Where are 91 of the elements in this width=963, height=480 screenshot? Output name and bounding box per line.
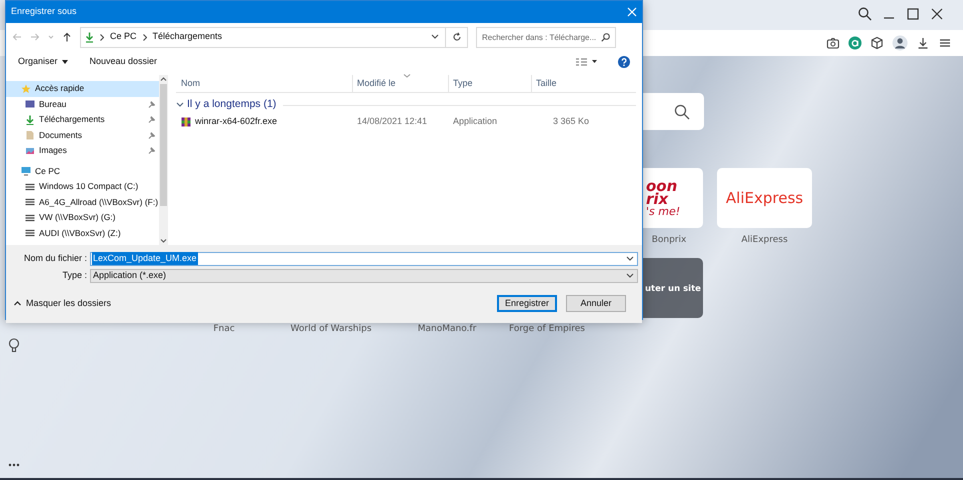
toolbar-button[interactable]: Organiser bbox=[18, 55, 68, 69]
column-header[interactable]: Type bbox=[448, 75, 531, 93]
pin-icon[interactable] bbox=[148, 147, 155, 154]
maximize-icon[interactable] bbox=[906, 7, 920, 21]
nav-item[interactable]: A6_4G_Allroad (\\VBoxSvr) (F:) bbox=[6, 194, 159, 210]
pin-icon[interactable] bbox=[148, 132, 155, 139]
caret-icon bbox=[62, 60, 68, 64]
chevron-right-icon[interactable] bbox=[142, 34, 147, 40]
tile-label: Fnac bbox=[212, 323, 236, 336]
column-header[interactable]: Modifié le bbox=[352, 75, 448, 93]
file-type: Application bbox=[452, 115, 498, 128]
chevron-up-icon bbox=[14, 301, 21, 306]
chevron-down-icon[interactable] bbox=[626, 256, 634, 262]
profile-icon[interactable] bbox=[892, 35, 908, 51]
lightbulb-icon[interactable] bbox=[8, 338, 20, 353]
drive-icon bbox=[25, 228, 35, 238]
nav-item[interactable]: Images bbox=[6, 143, 159, 158]
picture-icon bbox=[25, 146, 35, 156]
cube-icon[interactable] bbox=[870, 36, 884, 50]
download-icon bbox=[85, 32, 94, 42]
logo-text: AliExpress bbox=[726, 188, 804, 209]
address-bar[interactable]: Ce PC Téléchargements bbox=[80, 26, 468, 48]
field-label: Type : bbox=[61, 268, 87, 282]
drive-icon bbox=[25, 197, 35, 208]
type-dropdown[interactable]: Application (*.exe) bbox=[90, 268, 638, 282]
tile-label: Forge of Empires bbox=[508, 323, 586, 336]
search-field[interactable]: Rechercher dans : Télécharge... bbox=[476, 26, 616, 48]
drive-icon bbox=[25, 212, 35, 223]
hide-folders-button[interactable]: Masquer les dossiers bbox=[14, 296, 112, 310]
nav-item[interactable]: Documents bbox=[6, 128, 159, 143]
logo-text: oon bbox=[646, 180, 678, 194]
search-icon bbox=[601, 32, 610, 42]
chevron-right-icon[interactable] bbox=[100, 34, 104, 40]
nav-item[interactable]: VW (\\VBoxSvr) (G:) bbox=[6, 210, 159, 226]
refresh-icon bbox=[452, 32, 462, 42]
chevron-down-icon[interactable] bbox=[176, 102, 184, 108]
search-icon[interactable] bbox=[858, 7, 872, 21]
dropdown-value: Application (*.exe) bbox=[93, 268, 166, 282]
tile-label: ManoMano.fr bbox=[416, 323, 478, 336]
nav-item[interactable]: AUDI (\\VBoxSvr) (Z:) bbox=[6, 226, 159, 241]
nav-item[interactable]: Windows 10 Compact (C:) bbox=[6, 179, 159, 194]
scrollbar-thumb[interactable] bbox=[160, 84, 167, 206]
column-header[interactable]: Nom bbox=[176, 75, 352, 93]
file-date: 14/08/2021 12:41 bbox=[356, 115, 428, 128]
up-arrow-icon[interactable] bbox=[62, 32, 72, 42]
file-size: 3 365 Ko bbox=[552, 115, 589, 128]
view-options-icon[interactable] bbox=[576, 58, 598, 66]
pin-icon[interactable] bbox=[148, 100, 155, 108]
more-icon[interactable] bbox=[8, 463, 20, 467]
breadcrumb[interactable]: Téléchargements bbox=[152, 30, 222, 44]
chevron-down-icon bbox=[626, 272, 634, 278]
selected-text: LexCom_Update_UM.exe bbox=[92, 252, 198, 266]
download-icon[interactable] bbox=[916, 36, 930, 50]
tile-label: World of Warships bbox=[289, 323, 373, 336]
save-button[interactable]: Enregistrer bbox=[497, 295, 557, 312]
dialog-title: Enregistrer sous bbox=[11, 5, 77, 18]
help-icon[interactable] bbox=[618, 56, 630, 68]
close-icon[interactable] bbox=[930, 7, 944, 21]
column-header[interactable]: Taille bbox=[531, 75, 601, 93]
extension-icon[interactable] bbox=[848, 36, 862, 50]
chevron-down-icon[interactable] bbox=[160, 236, 167, 245]
nav-item[interactable]: Bureau bbox=[6, 96, 159, 112]
pin-icon[interactable] bbox=[148, 116, 155, 124]
breadcrumb[interactable]: Ce PC bbox=[110, 30, 137, 44]
nav-item[interactable]: Ce PC bbox=[6, 164, 159, 179]
drive-icon bbox=[25, 182, 35, 192]
toolbar-button[interactable]: Nouveau dossier bbox=[90, 55, 158, 69]
nav-item[interactable]: Accès rapide bbox=[6, 81, 159, 96]
filename-field[interactable]: LexCom_Update_UM.exe bbox=[90, 252, 638, 266]
file-name[interactable]: winrar-x64-602fr.exe bbox=[195, 115, 278, 129]
monitor-icon bbox=[21, 166, 31, 176]
field-label: Nom du fichier : bbox=[22, 252, 87, 265]
group-header[interactable]: Il y a longtemps (1) bbox=[187, 97, 276, 113]
desktop-icon bbox=[25, 99, 35, 110]
logo-text: rix bbox=[646, 193, 668, 207]
camera-icon[interactable] bbox=[826, 36, 840, 50]
nav-item[interactable]: Téléchargements bbox=[6, 112, 159, 128]
scrollbar[interactable] bbox=[159, 75, 168, 245]
star-icon bbox=[21, 84, 31, 94]
archive-icon bbox=[181, 117, 191, 127]
cancel-button[interactable]: Annuler bbox=[566, 295, 626, 312]
tile-label: Bonprix bbox=[650, 234, 688, 247]
document-icon bbox=[25, 130, 35, 140]
sort-caret-icon bbox=[403, 74, 411, 78]
tile-label: AliExpress bbox=[740, 234, 789, 247]
site-tile[interactable]: AliExpress bbox=[717, 168, 812, 228]
download-arrow-icon bbox=[25, 114, 35, 125]
tile-label: uter un site bbox=[644, 282, 701, 296]
logo-text: 's me! bbox=[646, 206, 680, 216]
chevron-down-icon[interactable] bbox=[431, 34, 439, 40]
search-icon bbox=[674, 104, 690, 120]
